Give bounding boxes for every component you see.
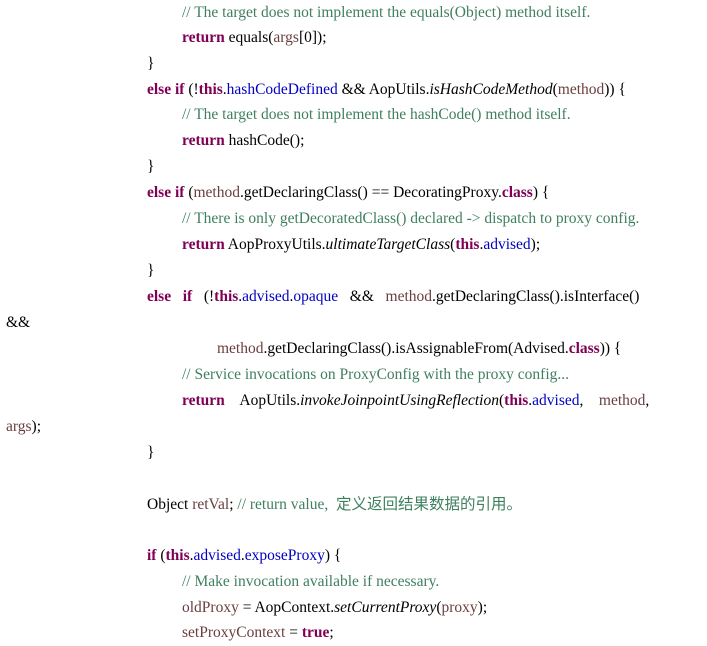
code-token: advised xyxy=(483,236,531,253)
code-token: advised xyxy=(242,288,290,305)
code-token: ) { xyxy=(532,184,550,201)
code-token: && xyxy=(338,288,386,305)
code-token: method xyxy=(557,81,605,98)
code-token: opaque xyxy=(293,288,339,305)
code-token: ultimateTargetClass xyxy=(325,236,451,253)
code-line: Object retVal; // return value, 定义返回结果数据… xyxy=(147,494,522,516)
code-token: Object xyxy=(147,496,193,513)
code-line: && xyxy=(6,312,30,334)
code-token: proxy xyxy=(441,599,478,616)
code-token: ( xyxy=(156,547,166,564)
code-token: // There is only getDecoratedClass() dec… xyxy=(182,210,640,227)
code-token: (! xyxy=(184,81,199,98)
code-token: , xyxy=(579,392,599,409)
code-token: // The target does not implement the has… xyxy=(182,106,571,123)
code-token: // The target does not implement the equ… xyxy=(182,4,591,21)
code-token: return xyxy=(182,29,225,46)
code-token: )) { xyxy=(599,340,622,357)
code-line: } xyxy=(147,260,154,282)
code-token: method xyxy=(217,340,264,357)
code-token: .getDeclaringClass() == DecoratingProxy. xyxy=(240,184,502,201)
code-token: // Service invocations on ProxyConfig wi… xyxy=(182,366,570,383)
code-token: advised xyxy=(532,392,580,409)
code-token: } xyxy=(147,158,155,175)
code-token: && xyxy=(6,314,31,331)
code-token: class xyxy=(501,184,533,201)
code-line: } xyxy=(147,442,154,464)
code-line: } xyxy=(147,156,154,178)
code-token: invokeJoinpointUsingReflection xyxy=(300,392,499,409)
code-token: } xyxy=(147,262,155,279)
code-token: , xyxy=(645,392,650,409)
code-token: .getDeclaringClass().isAssignableFrom(Ad… xyxy=(263,340,569,357)
code-token: setProxyContext xyxy=(182,624,286,641)
code-token: = xyxy=(285,624,302,641)
code-token: ; xyxy=(329,624,334,641)
code-token: args xyxy=(6,418,32,435)
code-token: return xyxy=(182,132,225,149)
code-token: [0]); xyxy=(298,29,327,46)
code-line: // The target does not implement the equ… xyxy=(182,2,590,24)
code-token: true xyxy=(301,624,330,641)
code-line: } xyxy=(147,53,154,75)
code-token: retVal xyxy=(192,496,230,513)
code-token: hashCode(); xyxy=(224,132,305,149)
code-token: .getDeclaringClass().isInterface() xyxy=(432,288,640,305)
code-token: else if xyxy=(147,184,185,201)
code-token: method xyxy=(385,288,433,305)
code-token: else if xyxy=(147,81,185,98)
code-line: // Make invocation available if necessar… xyxy=(182,571,439,593)
code-token: (! xyxy=(203,288,215,305)
code-line: else if (!this.hashCodeDefined && AopUti… xyxy=(147,79,626,101)
code-listing: // The target does not implement the equ… xyxy=(0,0,707,646)
code-token: exposeProxy xyxy=(244,547,325,564)
code-token: setCurrentProxy xyxy=(334,599,437,616)
code-token: advised xyxy=(193,547,241,564)
code-token: hashCodeDefined xyxy=(226,81,338,98)
code-line: method.getDeclaringClass().isAssignableF… xyxy=(217,338,621,360)
code-token: isHashCodeMethod xyxy=(429,81,553,98)
code-line: return equals(args[0]); xyxy=(182,27,327,49)
code-token: )) { xyxy=(604,81,626,98)
code-token: = AopContext. xyxy=(238,599,335,616)
code-token: ( xyxy=(184,184,194,201)
code-token: this xyxy=(455,236,480,253)
code-token: return xyxy=(182,236,225,253)
code-token: } xyxy=(147,55,155,72)
code-line: // There is only getDecoratedClass() dec… xyxy=(182,208,639,230)
code-token: ) { xyxy=(324,547,342,564)
code-token: return xyxy=(182,392,225,409)
code-token: this xyxy=(214,288,239,305)
code-line: oldProxy = AopContext.setCurrentProxy(pr… xyxy=(182,597,487,619)
code-line: args); xyxy=(6,416,41,438)
code-line: // Service invocations on ProxyConfig wi… xyxy=(182,364,569,386)
code-token: class xyxy=(568,340,600,357)
code-line: if (this.advised.exposeProxy) { xyxy=(147,545,341,567)
code-line: // The target does not implement the has… xyxy=(182,104,571,126)
code-token: this xyxy=(198,81,223,98)
code-token: args xyxy=(273,29,299,46)
code-token: // Make invocation available if necessar… xyxy=(182,573,440,590)
code-token: method xyxy=(193,184,241,201)
code-token: AopProxyUtils. xyxy=(224,236,326,253)
code-token: && AopUtils. xyxy=(337,81,430,98)
code-token: // return value, 定义返回结果数据的引用。 xyxy=(237,496,522,513)
code-line: return hashCode(); xyxy=(182,130,304,152)
code-token: method xyxy=(598,392,646,409)
code-line: return AopUtils.invokeJoinpointUsingRefl… xyxy=(182,390,649,412)
code-token: AopUtils. xyxy=(224,392,301,409)
code-token: } xyxy=(147,444,155,461)
code-token: equals( xyxy=(224,29,274,46)
code-token: this xyxy=(504,392,529,409)
code-line: return AopProxyUtils.ultimateTargetClass… xyxy=(182,234,540,256)
code-token: ); xyxy=(31,418,42,435)
code-line: setProxyContext = true; xyxy=(182,622,334,644)
code-token: oldProxy xyxy=(182,599,239,616)
code-token: ); xyxy=(530,236,541,253)
code-line: else if (method.getDeclaringClass() == D… xyxy=(147,182,549,204)
code-token: ); xyxy=(477,599,488,616)
code-line: else if (!this.advised.opaque && method.… xyxy=(147,286,639,308)
code-token: this xyxy=(165,547,190,564)
code-token: else if xyxy=(147,288,204,305)
